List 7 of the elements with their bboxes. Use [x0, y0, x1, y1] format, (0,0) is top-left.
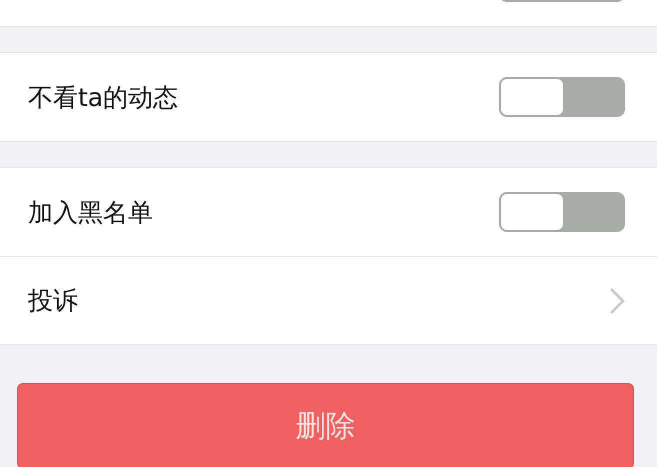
setting-label: 不看ta的动态 — [28, 82, 178, 114]
toggle-switch[interactable] — [499, 192, 625, 232]
delete-button[interactable]: 删除 — [17, 383, 634, 467]
toggle-switch[interactable] — [499, 77, 625, 117]
setting-label: 投诉 — [28, 285, 78, 317]
setting-label: 加入黑名单 — [28, 196, 153, 228]
chevron-right-icon — [609, 286, 625, 314]
